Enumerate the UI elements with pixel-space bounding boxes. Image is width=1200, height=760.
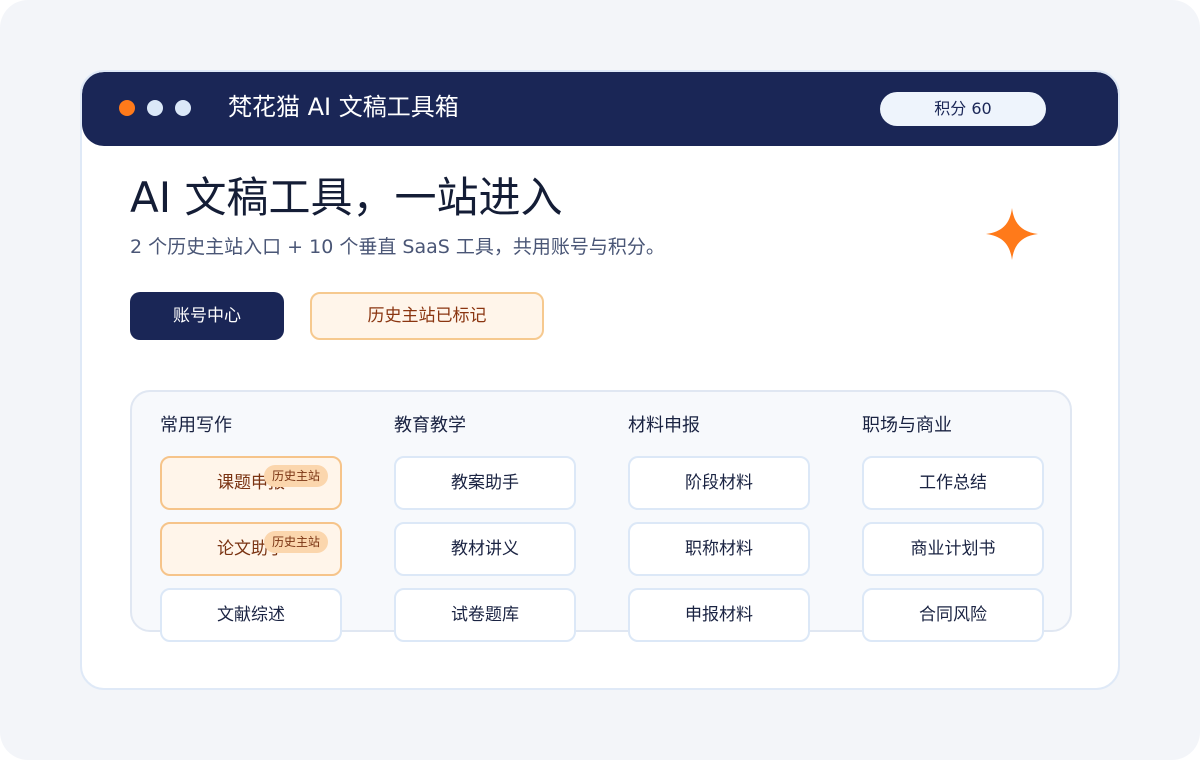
tool-label: 阶段材料: [685, 473, 753, 493]
app-window: 梵花猫 AI 文稿工具箱 积分 60 AI 文稿工具，一站进入 2 个历史主站入…: [80, 70, 1120, 690]
window-maximize-dot[interactable]: [175, 100, 191, 116]
four-point-star-icon: [986, 208, 1038, 260]
tool-label: 商业计划书: [910, 539, 996, 559]
tool-button[interactable]: 教案助手: [394, 456, 576, 510]
tool-label: 工作总结: [919, 473, 987, 493]
window-minimize-dot[interactable]: [147, 100, 163, 116]
category-title: 职场与商业: [862, 415, 952, 436]
tool-button[interactable]: 课题申报 历史主站: [160, 456, 342, 510]
legacy-site-badge: 历史主站: [263, 465, 328, 487]
tool-button[interactable]: 文献综述: [160, 588, 342, 642]
tool-button[interactable]: 阶段材料: [628, 456, 810, 510]
app-title: 梵花猫 AI 文稿工具箱: [228, 93, 459, 121]
page-subtitle: 2 个历史主站入口 + 10 个垂直 SaaS 工具，共用账号与积分。: [130, 236, 665, 258]
legacy-site-badge: 历史主站: [263, 531, 328, 553]
page-title: AI 文稿工具，一站进入: [130, 173, 563, 222]
tool-label: 合同风险: [919, 605, 987, 625]
tool-label: 教材讲义: [451, 539, 519, 559]
tool-label: 教案助手: [451, 473, 519, 493]
category-title: 材料申报: [628, 415, 700, 436]
tool-label: 职称材料: [685, 539, 753, 559]
category-title: 常用写作: [160, 415, 232, 436]
tool-label: 试卷题库: [451, 605, 519, 625]
tool-button[interactable]: 工作总结: [862, 456, 1044, 510]
tool-button[interactable]: 教材讲义: [394, 522, 576, 576]
category-title: 教育教学: [394, 415, 466, 436]
tool-label: 文献综述: [217, 605, 285, 625]
tool-button[interactable]: 申报材料: [628, 588, 810, 642]
legacy-sites-marked-button[interactable]: 历史主站已标记: [310, 292, 544, 340]
tool-button[interactable]: 职称材料: [628, 522, 810, 576]
window-close-dot[interactable]: [119, 100, 135, 116]
tool-button[interactable]: 论文助手 历史主站: [160, 522, 342, 576]
tool-button[interactable]: 合同风险: [862, 588, 1044, 642]
tool-label: 申报材料: [685, 605, 753, 625]
title-bar: 梵花猫 AI 文稿工具箱 积分 60: [82, 72, 1118, 146]
points-badge[interactable]: 积分 60: [880, 92, 1046, 126]
account-center-button[interactable]: 账号中心: [130, 292, 284, 340]
tool-button[interactable]: 商业计划书: [862, 522, 1044, 576]
tool-button[interactable]: 试卷题库: [394, 588, 576, 642]
